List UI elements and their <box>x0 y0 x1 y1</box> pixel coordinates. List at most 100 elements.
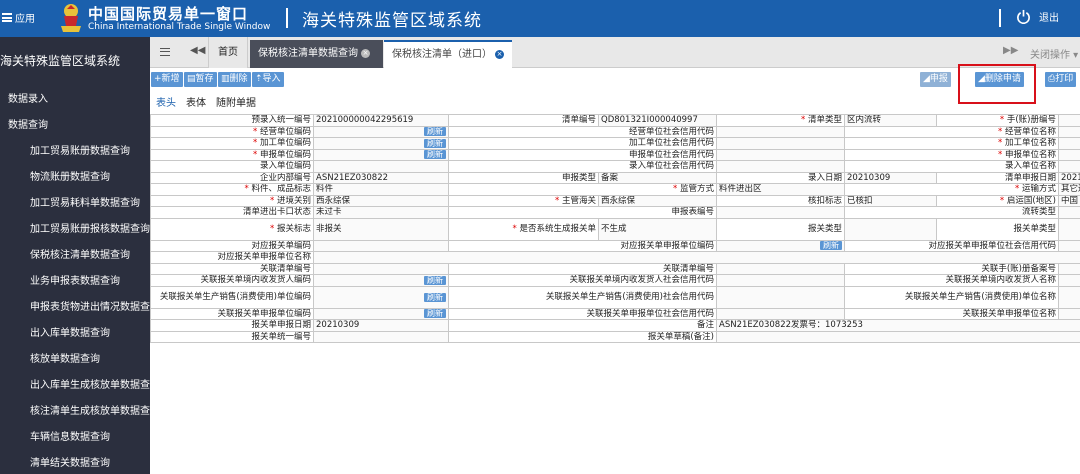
entry-unit-credit-field[interactable] <box>716 160 845 173</box>
supervise-mode-field[interactable]: 料件进出区 <box>716 183 845 196</box>
refresh-button[interactable]: 刷新 <box>424 138 446 148</box>
rel-decl-unit-credit-field[interactable] <box>1058 239 1080 252</box>
entry-unit-name-field[interactable] <box>1058 160 1080 173</box>
logout-button[interactable]: 退出 <box>1016 9 1059 24</box>
customs-field[interactable]: 西永综保 <box>598 194 717 207</box>
sidebar-item[interactable]: 物流账册数据查询 <box>30 168 110 183</box>
sidebar-item-data-entry[interactable]: 数据录入 <box>8 90 48 105</box>
decl-unit-code-field[interactable]: 刷新 <box>313 148 449 161</box>
link-decl-unit-code-field[interactable]: 刷新 <box>313 307 449 320</box>
link-consignee-name-field[interactable] <box>1058 274 1080 287</box>
tab-list-query[interactable]: 保税核注清单数据查询 × <box>250 40 383 68</box>
customs-decl-date-field[interactable]: 20210309 <box>313 319 449 332</box>
close-icon[interactable]: × <box>361 48 370 58</box>
close-operations-dropdown[interactable]: 关闭操作 ▾ <box>1030 46 1078 61</box>
sidebar-item[interactable]: 核注清单生成核放单数据查询 <box>30 402 150 417</box>
link-consignee-code-field[interactable]: 刷新 <box>313 274 449 287</box>
list-type-field[interactable]: 区内流转 <box>844 114 937 127</box>
rel-decl-code-field[interactable] <box>313 239 449 252</box>
decl-type-field[interactable]: 备案 <box>598 171 717 184</box>
tab-import-list[interactable]: 保税核注清单（进口） × <box>384 40 512 68</box>
double-chevron-left-icon[interactable]: ◀◀ <box>190 45 205 56</box>
tab-home[interactable]: 首页 <box>208 37 248 68</box>
gate-status-field[interactable]: 未过卡 <box>313 206 449 219</box>
rel-decl-unit-name-field[interactable] <box>313 251 1080 264</box>
refresh-button[interactable]: 刷新 <box>424 127 446 137</box>
op-unit-credit-field[interactable] <box>716 125 845 138</box>
subtab-attachments[interactable]: 随附单据 <box>216 94 256 109</box>
entry-unit-code-field[interactable] <box>313 160 449 173</box>
internal-no-field[interactable]: ASN21EZ030822 <box>313 171 449 184</box>
field-label: 关联报关单境内收发货人编码 <box>150 274 314 287</box>
auto-gen-field[interactable]: 不生成 <box>598 217 717 241</box>
customs-unified-no-field[interactable] <box>313 330 449 343</box>
proc-unit-name-field[interactable] <box>1058 137 1080 150</box>
link-producer-code-field[interactable]: 刷新 <box>313 285 449 309</box>
customs-type-field[interactable] <box>844 217 937 241</box>
required-mark: * <box>253 149 260 160</box>
customs-type2-field[interactable] <box>1058 217 1080 241</box>
sidebar-item-data-query[interactable]: 数据查询 <box>8 116 48 131</box>
sidebar-item[interactable]: 出入库单生成核放单数据查询 <box>30 376 150 391</box>
import-button[interactable]: ⇡导入 <box>252 72 284 87</box>
delete-button[interactable]: ▥删除 <box>218 72 251 87</box>
refresh-button[interactable]: 刷新 <box>424 275 446 285</box>
sidebar-item[interactable]: 保税核注清单数据查询 <box>30 246 130 261</box>
sidebar-item[interactable]: 车辆信息数据查询 <box>30 428 110 443</box>
brand-title: 中国国际贸易单一窗口 <box>88 5 249 23</box>
refresh-button[interactable]: 刷新 <box>424 292 446 302</box>
double-chevron-right-icon[interactable]: ▶▶ <box>1003 45 1018 56</box>
proc-unit-credit-field[interactable] <box>716 137 845 150</box>
op-unit-name-field[interactable] <box>1058 125 1080 138</box>
entry-date-field[interactable]: 20210309 <box>844 171 937 184</box>
origin-country-field[interactable]: 中国 <box>1058 194 1080 207</box>
transport-mode-field[interactable]: 其它运输 <box>1058 183 1080 196</box>
subtab-header[interactable]: 表头 <box>156 94 176 109</box>
close-icon[interactable]: × <box>495 49 504 59</box>
subtab-body[interactable]: 表体 <box>186 94 206 109</box>
print-button[interactable]: ⎙打印 <box>1045 72 1077 87</box>
link-decl-unit-name-field[interactable] <box>1058 307 1080 320</box>
sidebar-item[interactable]: 加工贸易账册数据查询 <box>30 142 130 157</box>
required-mark: * <box>270 195 277 206</box>
link-producer-name-field[interactable] <box>1058 285 1080 309</box>
hamburger-icon[interactable] <box>160 48 170 56</box>
decl-form-no-field[interactable] <box>716 206 845 219</box>
refresh-button[interactable]: 刷新 <box>424 309 446 319</box>
decl-unit-credit-field[interactable] <box>716 148 845 161</box>
link-producer-credit-field[interactable] <box>716 285 845 309</box>
sidebar-item[interactable]: 业务申报表数据查询 <box>30 272 120 287</box>
refresh-button[interactable]: 刷新 <box>424 150 446 160</box>
sidebar-item[interactable]: 核放单数据查询 <box>30 350 100 365</box>
manual-no-field[interactable] <box>1058 114 1080 127</box>
link-manual-no-field[interactable] <box>1058 262 1080 275</box>
decl-unit-name-field[interactable] <box>1058 148 1080 161</box>
apps-menu[interactable]: 应用 <box>2 10 35 25</box>
pre-entry-no-field[interactable]: 202100000042295619 <box>313 114 449 127</box>
op-unit-code-field[interactable]: 刷新 <box>313 125 449 138</box>
link-decl-unit-credit-field[interactable] <box>716 307 845 320</box>
flow-type-field[interactable] <box>1058 206 1080 219</box>
port-field[interactable]: 西永综保 <box>313 194 449 207</box>
verify-flag-field[interactable]: 已核扣 <box>844 194 937 207</box>
sidebar-item[interactable]: 加工贸易账册报核数据查询 <box>30 220 150 235</box>
link-consignee-credit-field[interactable] <box>716 274 845 287</box>
sidebar-item[interactable]: 清单结关数据查询 <box>30 454 110 469</box>
link-list-no-field[interactable] <box>313 262 449 275</box>
refresh-button[interactable]: 刷新 <box>820 241 842 251</box>
list-no-field[interactable]: QD801321I000040997 <box>598 114 717 127</box>
customs-draft-no-field[interactable] <box>716 330 1080 343</box>
new-button[interactable]: +新增 <box>151 72 183 87</box>
proc-unit-code-field[interactable]: 刷新 <box>313 137 449 150</box>
list-decl-date-field[interactable]: 20210309 <box>1058 171 1080 184</box>
sidebar-item[interactable]: 申报表货物进出情况数据查询 <box>30 298 150 313</box>
customs-flag-field[interactable]: 非报关 <box>313 217 449 241</box>
save-button[interactable]: ▤暂存 <box>184 72 217 87</box>
rel-decl-unit-code-field[interactable]: 刷新 <box>716 239 845 252</box>
sidebar-item[interactable]: 出入库单数据查询 <box>30 324 110 339</box>
material-flag-field[interactable]: 料件 <box>313 183 449 196</box>
declare-button[interactable]: ◢申报 <box>920 72 951 87</box>
sidebar-item[interactable]: 加工贸易耗料单数据查询 <box>30 194 140 209</box>
remark-field[interactable]: ASN21EZ030822发票号：1073253 <box>716 319 1080 332</box>
link-list-no-field-2[interactable] <box>716 262 845 275</box>
